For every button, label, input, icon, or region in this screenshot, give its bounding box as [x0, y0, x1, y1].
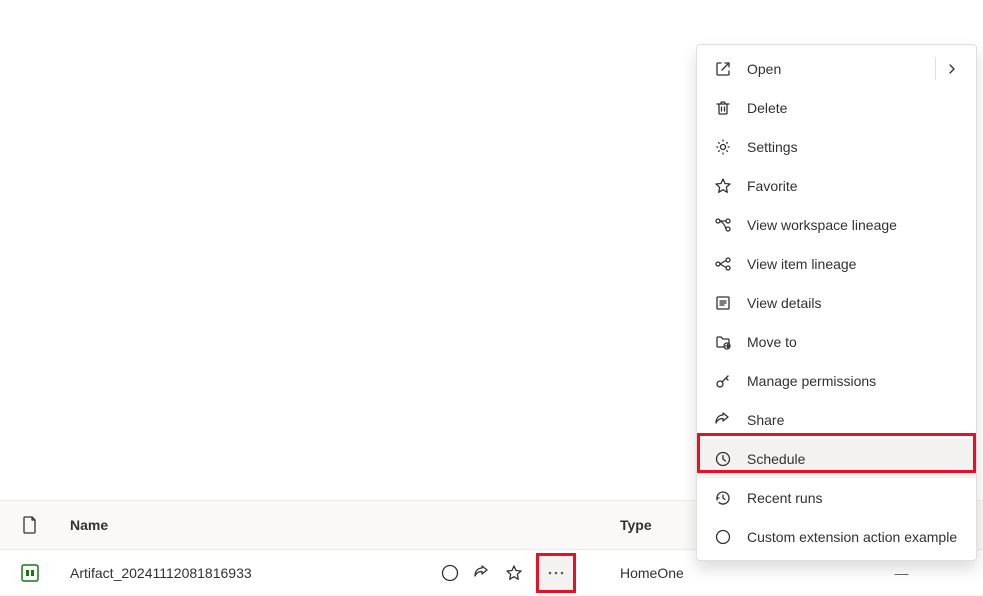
history-icon	[713, 488, 733, 508]
menu-item-custom-extension[interactable]: Custom extension action example	[697, 517, 976, 556]
menu-label-open: Open	[747, 61, 944, 77]
menu-label-schedule: Schedule	[747, 451, 960, 467]
more-options-button[interactable]	[536, 553, 576, 593]
menu-label-recent-runs: Recent runs	[747, 490, 960, 506]
radio-unchecked-icon[interactable]	[440, 563, 460, 583]
menu-label-settings: Settings	[747, 139, 960, 155]
menu-item-schedule[interactable]: Schedule	[697, 439, 976, 478]
menu-label-favorite: Favorite	[747, 178, 960, 194]
key-icon	[713, 371, 733, 391]
item-owner: —	[820, 565, 983, 581]
menu-label-share: Share	[747, 412, 960, 428]
star-icon	[713, 176, 733, 196]
file-icon-header	[0, 516, 60, 534]
favorite-action-icon[interactable]	[504, 563, 524, 583]
details-icon	[713, 293, 733, 313]
ellipsis-icon	[548, 571, 564, 575]
share-icon	[713, 410, 733, 430]
item-name[interactable]: Artifact_20241112081816933	[60, 565, 440, 581]
menu-item-delete[interactable]: Delete	[697, 88, 976, 127]
chevron-right-icon	[944, 61, 960, 77]
menu-label-permissions: Manage permissions	[747, 373, 960, 389]
item-type: HomeOne	[620, 565, 820, 581]
menu-item-open[interactable]: Open	[697, 49, 976, 88]
clock-icon	[713, 449, 733, 469]
context-menu: Open Delete Settings Favorite	[696, 44, 977, 561]
menu-item-recent-runs[interactable]: Recent runs	[697, 478, 976, 517]
menu-label-view-details: View details	[747, 295, 960, 311]
menu-label-delete: Delete	[747, 100, 960, 116]
lineage-icon	[713, 215, 733, 235]
name-column-header[interactable]: Name	[60, 517, 440, 533]
document-icon	[22, 516, 38, 534]
menu-item-view-details[interactable]: View details	[697, 283, 976, 322]
item-lineage-icon	[713, 254, 733, 274]
menu-item-item-lineage[interactable]: View item lineage	[697, 244, 976, 283]
move-icon	[713, 332, 733, 352]
gear-icon	[713, 137, 733, 157]
menu-label-custom-extension: Custom extension action example	[747, 529, 960, 545]
menu-label-workspace-lineage: View workspace lineage	[747, 217, 960, 233]
menu-item-move-to[interactable]: Move to	[697, 322, 976, 361]
menu-item-workspace-lineage[interactable]: View workspace lineage	[697, 205, 976, 244]
trash-icon	[713, 98, 733, 118]
menu-label-item-lineage: View item lineage	[747, 256, 960, 272]
menu-item-favorite[interactable]: Favorite	[697, 166, 976, 205]
open-icon	[713, 59, 733, 79]
circle-icon	[713, 527, 733, 547]
menu-item-settings[interactable]: Settings	[697, 127, 976, 166]
menu-item-share[interactable]: Share	[697, 400, 976, 439]
menu-label-move-to: Move to	[747, 334, 960, 350]
share-action-icon[interactable]	[472, 563, 492, 583]
menu-item-permissions[interactable]: Manage permissions	[697, 361, 976, 400]
artifact-type-icon	[20, 563, 40, 583]
